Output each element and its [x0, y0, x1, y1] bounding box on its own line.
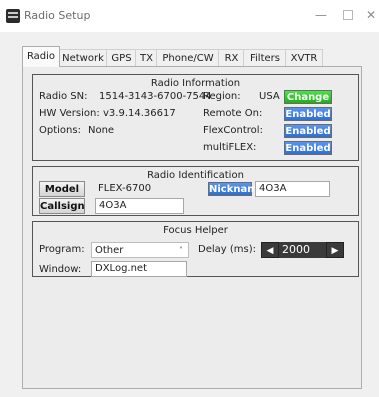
maximize-icon — [343, 10, 353, 20]
region-value: USA — [259, 91, 280, 102]
tab-filters[interactable]: Filters — [243, 49, 287, 67]
radio-sn-value: 1514-3143-6700-7544 — [99, 91, 212, 102]
tab-phone-cw[interactable]: Phone/CW — [156, 49, 220, 67]
tab-xvtr[interactable]: XVTR — [285, 49, 323, 67]
tab-radio[interactable]: Radio — [22, 46, 60, 67]
app-icon — [6, 9, 20, 23]
program-select[interactable]: Other ˅ — [91, 242, 189, 258]
program-label: Program: — [39, 244, 85, 255]
title-bar: Radio Setup — ✕ — [0, 0, 379, 32]
minimize-button[interactable]: — — [310, 6, 332, 24]
arrow-left-icon: ◀ — [266, 246, 274, 256]
radio-information-section: Radio Information Radio SN: 1514-3143-67… — [32, 74, 359, 161]
window-title: Radio Setup — [24, 9, 91, 22]
maximize-button[interactable] — [337, 6, 359, 24]
flexcontrol-toggle[interactable]: Enabled — [284, 124, 332, 138]
chevron-down-icon: ˅ — [179, 246, 183, 255]
radio-sn-label: Radio SN: — [39, 91, 88, 102]
flexcontrol-label: FlexControl: — [203, 125, 263, 136]
nickname-label: Nickname — [208, 182, 265, 196]
window-input[interactable] — [91, 261, 187, 277]
multiflex-toggle[interactable]: Enabled — [284, 141, 332, 155]
model-button[interactable]: Model — [39, 181, 85, 197]
minimize-icon: — — [315, 8, 327, 22]
multiflex-label: multiFLEX: — [203, 142, 257, 153]
region-label: Region: — [203, 91, 241, 102]
remote-on-label: Remote On: — [203, 108, 263, 119]
change-region-button[interactable]: Change — [284, 90, 332, 104]
tab-gps[interactable]: GPS — [106, 49, 137, 67]
focus-helper-title: Focus Helper — [163, 225, 228, 236]
hw-version-value: v3.9.14.36617 — [103, 108, 176, 119]
delay-decrement-button[interactable]: ◀ — [261, 242, 279, 258]
program-select-value: Other — [95, 245, 124, 256]
nickname-input[interactable] — [255, 181, 330, 197]
close-icon: ✕ — [365, 8, 377, 22]
hw-version-label: HW Version: — [39, 108, 100, 119]
focus-helper-section: Focus Helper Program: Other ˅ Delay (ms)… — [32, 221, 359, 277]
tab-network[interactable]: Network — [58, 49, 108, 67]
model-value: FLEX-6700 — [98, 183, 152, 194]
options-value: None — [88, 125, 115, 136]
tab-tx[interactable]: TX — [135, 49, 158, 67]
callsign-button[interactable]: Callsign — [39, 198, 85, 214]
options-label: Options: — [39, 125, 81, 136]
radio-identification-title: Radio Identification — [147, 170, 244, 181]
delay-value[interactable]: 2000 — [279, 242, 326, 258]
radio-information-title: Radio Information — [150, 78, 241, 89]
close-button[interactable]: ✕ — [360, 6, 379, 24]
radio-identification-section: Radio Identification Model FLEX-6700 Nic… — [32, 166, 359, 216]
arrow-right-icon: ▶ — [331, 246, 339, 256]
window-label: Window: — [39, 264, 82, 275]
delay-increment-button[interactable]: ▶ — [326, 242, 344, 258]
callsign-input[interactable] — [95, 198, 184, 214]
delay-label: Delay (ms): — [198, 244, 256, 255]
tab-rx[interactable]: RX — [218, 49, 245, 67]
remote-on-toggle[interactable]: Enabled — [284, 107, 332, 121]
